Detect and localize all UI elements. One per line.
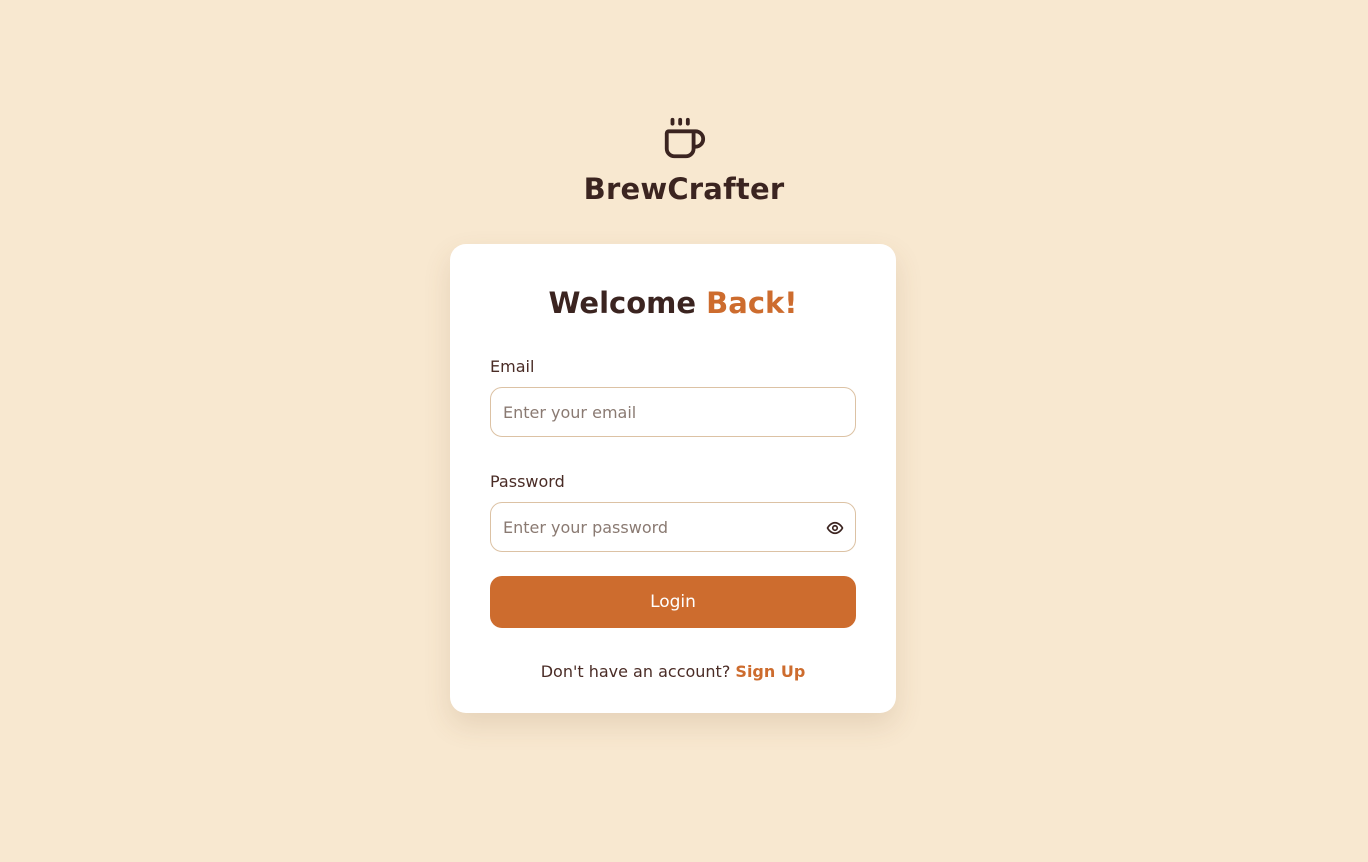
page-title: Welcome Back! bbox=[490, 282, 856, 324]
brand-header: BrewCrafter bbox=[0, 116, 1368, 206]
signup-link[interactable]: Sign Up bbox=[735, 662, 805, 681]
brand-name: BrewCrafter bbox=[583, 172, 785, 206]
password-field[interactable] bbox=[491, 503, 855, 551]
login-card: Welcome Back! Email Password Login Don't… bbox=[450, 244, 896, 713]
login-button[interactable]: Login bbox=[490, 576, 856, 628]
coffee-cup-icon bbox=[664, 117, 706, 159]
password-field-wrapper bbox=[490, 502, 856, 552]
title-main: Welcome bbox=[548, 286, 697, 320]
email-field[interactable] bbox=[491, 388, 855, 436]
signup-prompt: Don't have an account? bbox=[540, 662, 731, 681]
title-accent: Back! bbox=[706, 286, 798, 320]
email-label: Email bbox=[490, 357, 535, 376]
password-label: Password bbox=[490, 472, 565, 491]
signup-row: Don't have an account? Sign Up bbox=[490, 662, 856, 681]
email-field-wrapper bbox=[490, 387, 856, 437]
eye-icon[interactable] bbox=[826, 519, 844, 537]
